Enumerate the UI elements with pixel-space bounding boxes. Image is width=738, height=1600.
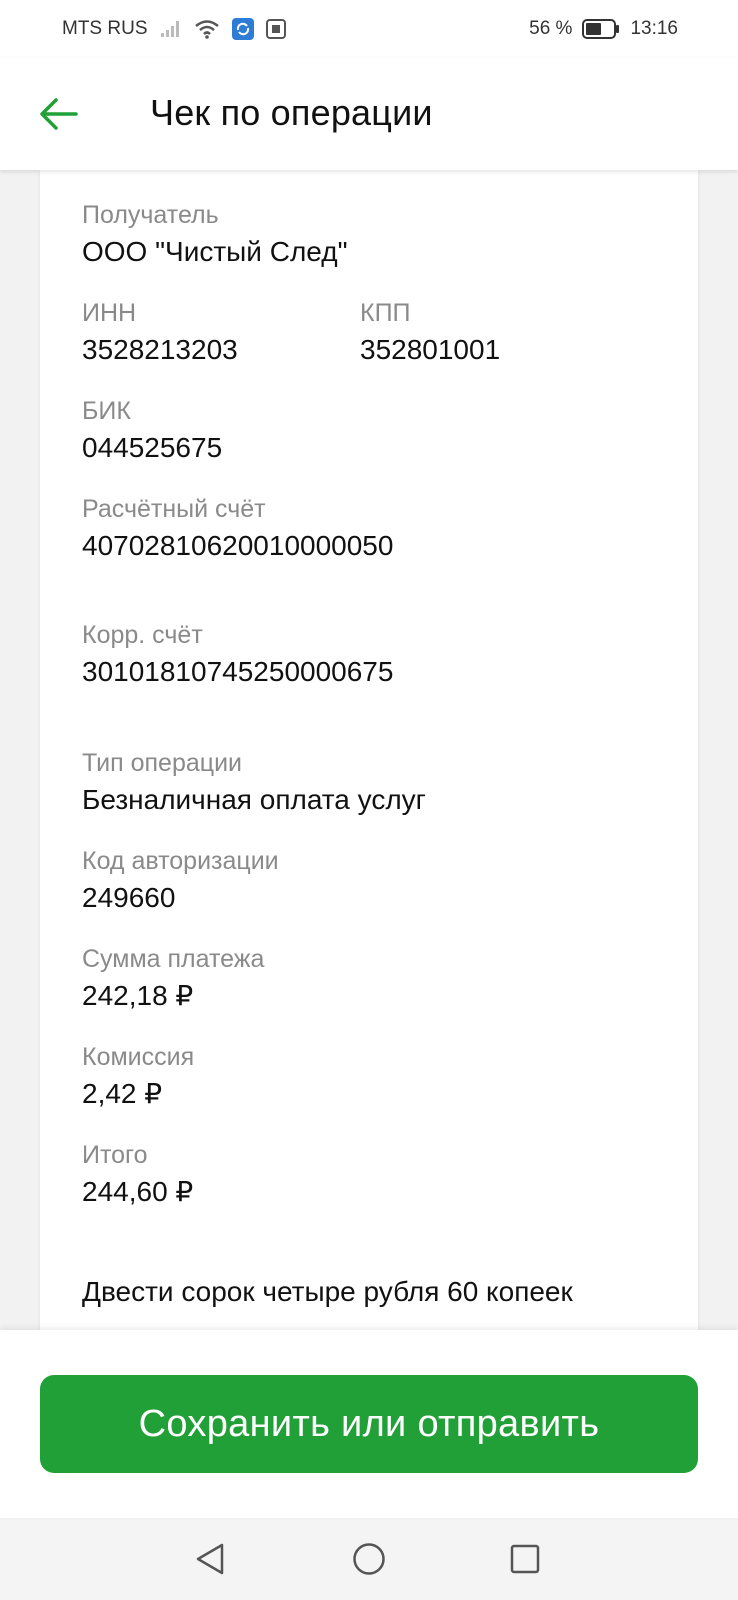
kpp-label: КПП <box>360 299 411 327</box>
fee-label: Комиссия <box>82 1043 195 1071</box>
app-bar: Чек по операции <box>0 58 738 170</box>
auth-code-field: Код авторизации 249660 <box>82 846 279 916</box>
page-title: Чек по операции <box>150 92 433 133</box>
status-bar: MTS RUS 56 % 13:16 <box>0 0 738 58</box>
notification-app-icon <box>265 19 286 39</box>
inn-value: 3528213203 <box>82 334 238 365</box>
battery-percent: 56 % <box>529 18 573 39</box>
op-type-value: Безналичная оплата услуг <box>82 784 426 815</box>
corr-account-field: Корр. счёт 30101810745250000675 <box>82 620 393 690</box>
nav-recents-button[interactable] <box>495 1529 555 1589</box>
signal-icon <box>160 20 182 38</box>
total-value: 244,60 ₽ <box>82 1176 194 1207</box>
auth-code-value: 249660 <box>82 882 176 913</box>
account-label: Расчётный счёт <box>82 495 266 523</box>
fee-field: Комиссия 2,42 ₽ <box>82 1042 194 1112</box>
triangle-back-icon <box>196 1543 224 1575</box>
recipient-label: Получатель <box>82 201 219 229</box>
recipient-value: ООО "Чистый След" <box>82 236 348 267</box>
system-nav-bar <box>0 1518 738 1600</box>
account-value: 40702810620010000050 <box>82 530 394 561</box>
amount-label: Сумма платежа <box>82 945 265 973</box>
carrier-name: MTS RUS <box>62 18 148 39</box>
battery-icon <box>582 19 620 39</box>
total-words-field: Двести сорок четыре рубля 60 копеек <box>82 1274 602 1310</box>
auth-code-label: Код авторизации <box>82 847 279 875</box>
kpp-value: 352801001 <box>360 334 501 365</box>
clock: 13:16 <box>630 18 678 39</box>
nav-home-button[interactable] <box>339 1529 399 1589</box>
arrow-left-icon <box>40 98 78 130</box>
inn-label: ИНН <box>82 299 137 327</box>
save-or-send-button[interactable]: Сохранить или отправить <box>40 1375 698 1473</box>
total-label: Итого <box>82 1141 148 1169</box>
fee-value: 2,42 ₽ <box>82 1078 163 1109</box>
wifi-icon <box>194 19 220 39</box>
square-recents-icon <box>510 1544 540 1574</box>
amount-field: Сумма платежа 242,18 ₽ <box>82 944 264 1014</box>
bottom-action-bar: Сохранить или отправить <box>0 1330 738 1518</box>
total-field: Итого 244,60 ₽ <box>82 1140 193 1210</box>
op-type-field: Тип операции Безналичная оплата услуг <box>82 748 426 818</box>
recipient-field: Получатель ООО "Чистый След" <box>82 200 348 270</box>
total-in-words: Двести сорок четыре рубля 60 копеек <box>82 1276 573 1307</box>
sync-app-icon <box>231 18 254 40</box>
amount-value: 242,18 ₽ <box>82 980 194 1011</box>
account-field: Расчётный счёт 40702810620010000050 <box>82 494 393 564</box>
receipt-card: Получатель ООО "Чистый След" ИНН 3528213… <box>40 170 698 1330</box>
bik-field: БИК 044525675 <box>82 396 222 466</box>
bik-value: 044525675 <box>82 432 223 463</box>
receipt-scroll-area[interactable]: Получатель ООО "Чистый След" ИНН 3528213… <box>0 170 738 1330</box>
inn-field: ИНН 3528213203 <box>82 298 238 368</box>
corr-account-value: 30101810745250000675 <box>82 656 394 687</box>
back-button[interactable] <box>34 90 82 138</box>
corr-account-label: Корр. счёт <box>82 621 203 649</box>
bik-label: БИК <box>82 397 131 425</box>
circle-home-icon <box>353 1543 385 1575</box>
op-type-label: Тип операции <box>82 749 243 777</box>
nav-back-button[interactable] <box>180 1529 240 1589</box>
kpp-field: КПП 352801001 <box>360 298 500 368</box>
